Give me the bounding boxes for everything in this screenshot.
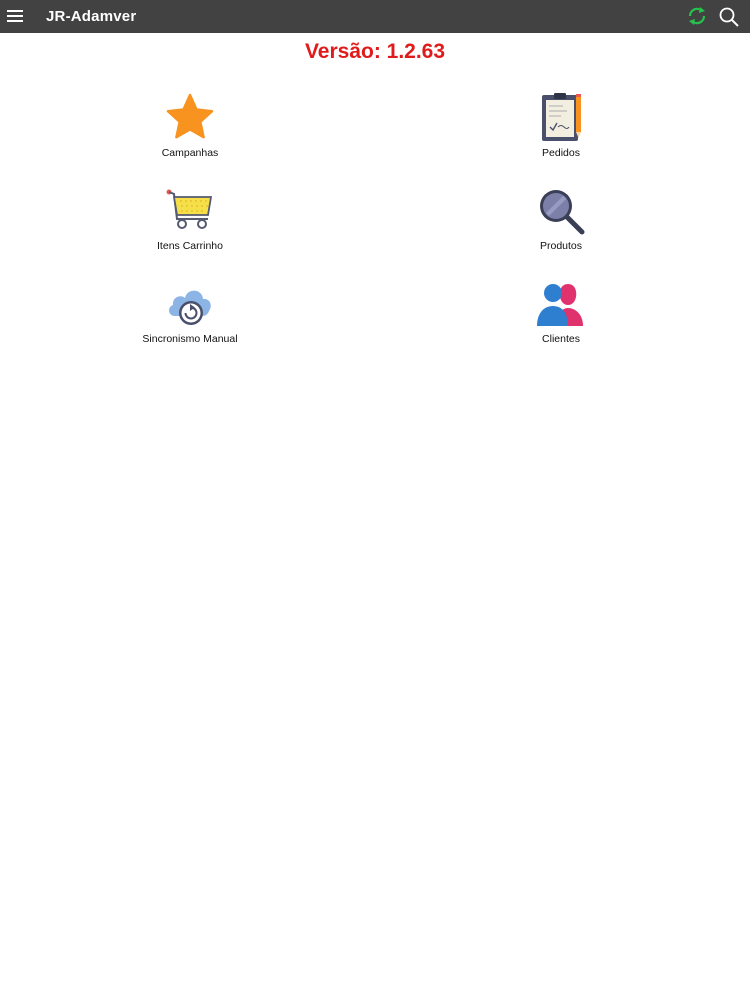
star-icon: [166, 93, 214, 139]
app-title: JR-Adamver: [46, 8, 137, 25]
tile-produtos[interactable]: Produtos: [481, 185, 641, 265]
tile-itens-carrinho[interactable]: Itens Carrinho: [110, 185, 270, 265]
version-label: Versão: 1.2.63: [304, 40, 446, 63]
tile-sincronismo-manual[interactable]: Sincronismo Manual: [110, 278, 270, 358]
sync-button[interactable]: [686, 5, 708, 27]
tile-label: Campanhas: [161, 147, 219, 159]
tile-campanhas[interactable]: Campanhas: [110, 92, 270, 172]
clipboard-icon: [542, 93, 581, 141]
shopping-cart-icon: [166, 189, 213, 229]
tile-pedidos[interactable]: Pedidos: [481, 92, 641, 172]
tile-label: Itens Carrinho: [157, 240, 223, 252]
tile-clientes[interactable]: Clientes: [481, 278, 641, 358]
search-button[interactable]: [717, 5, 741, 29]
cloud-sync-icon: [169, 290, 211, 325]
search-icon: [719, 7, 739, 27]
menu-button[interactable]: [5, 4, 27, 28]
tile-label: Clientes: [542, 333, 580, 345]
tile-label: Sincronismo Manual: [142, 333, 238, 345]
magnifier-icon: [540, 190, 585, 235]
users-icon: [537, 284, 583, 326]
top-app-bar: JR-Adamver: [0, 0, 750, 33]
tile-label: Pedidos: [542, 147, 580, 159]
tile-label: Produtos: [539, 240, 583, 252]
hamburger-menu-icon: [7, 10, 23, 22]
sync-icon: [688, 7, 706, 25]
